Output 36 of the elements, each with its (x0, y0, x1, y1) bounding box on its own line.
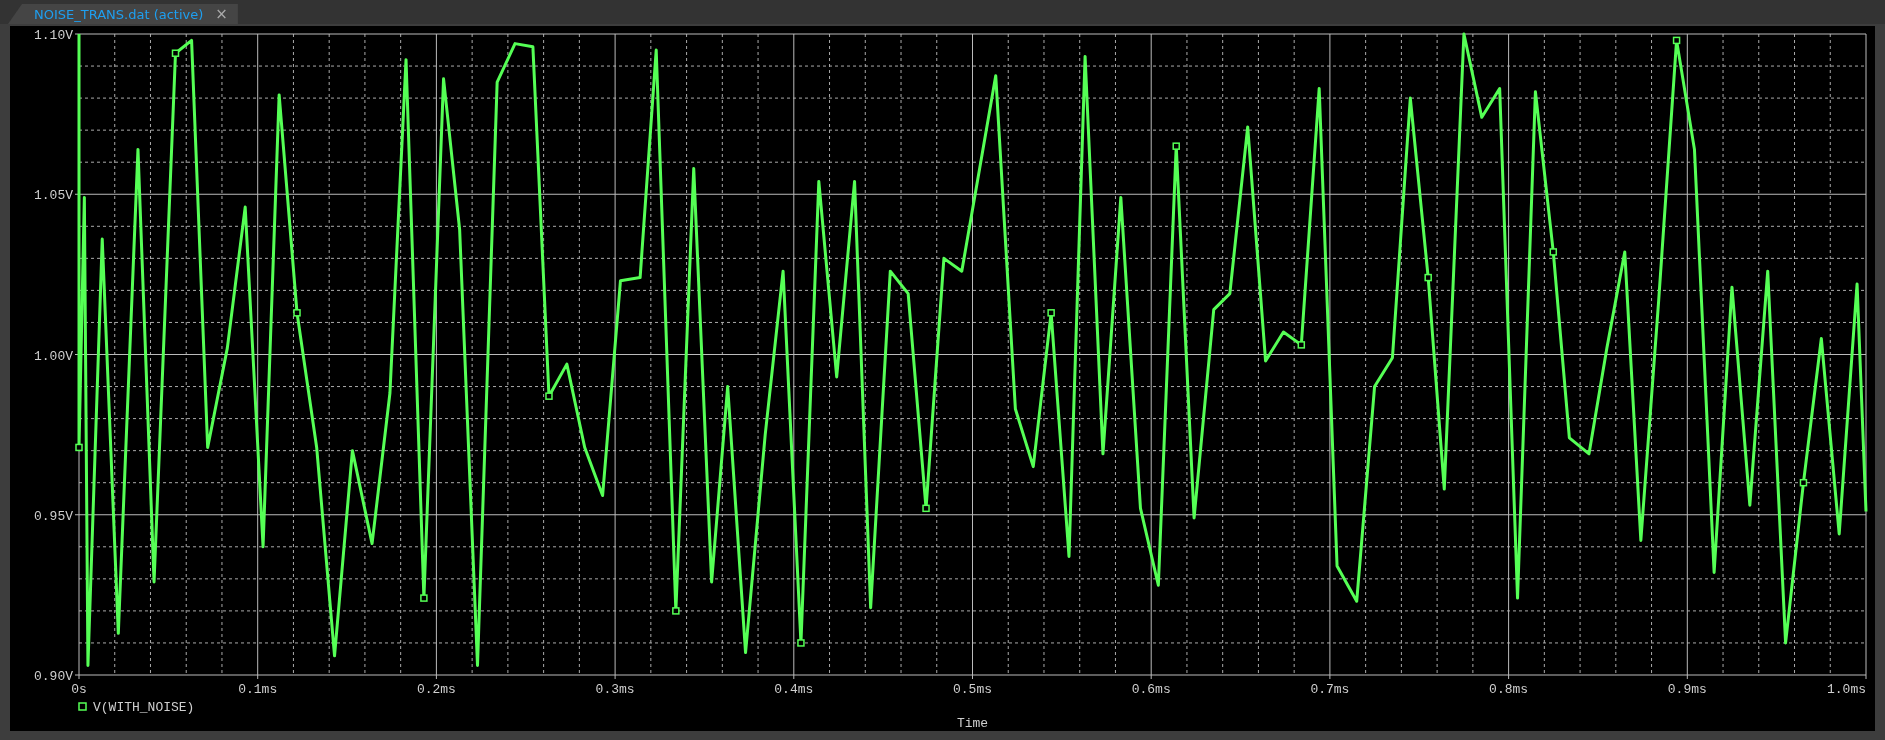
x-tick-label: 0.3ms (595, 682, 635, 697)
x-tick-label: 0.6ms (1131, 682, 1171, 697)
point (797, 639, 805, 647)
y-tick-label: 0.90V (34, 669, 73, 684)
x-tick-label: 0s (71, 682, 87, 697)
point (1799, 478, 1808, 487)
point (420, 594, 428, 602)
point (1047, 309, 1055, 317)
x-tick-label: 0.8ms (1489, 682, 1529, 697)
x-axis-title: Time (956, 716, 989, 731)
y-tick-label: 1.10V (34, 28, 73, 43)
point (545, 392, 553, 400)
file-tab[interactable]: NOISE_TRANS.dat (active) × (8, 4, 238, 24)
x-tick-label: 0.4ms (774, 682, 814, 697)
x-tick-label: 0.1ms (238, 682, 278, 697)
y-tick-label: 1.00V (34, 348, 73, 364)
x-tick-label: 0.7ms (1310, 682, 1350, 697)
point (1172, 142, 1180, 150)
x-tick-label: 0.5ms (953, 682, 992, 697)
point (1549, 248, 1558, 256)
point (75, 443, 83, 452)
close-icon[interactable]: × (215, 5, 228, 23)
point (293, 309, 301, 317)
legend-marker-icon (78, 702, 87, 711)
x-tick-label: 1.0ms (1827, 682, 1866, 697)
point (922, 504, 930, 513)
y-tick-label: 0.95V (34, 508, 73, 524)
point (1672, 36, 1681, 45)
point (672, 607, 680, 615)
x-tick-label: 0.9ms (1667, 682, 1707, 697)
y-tick-label: 1.05V (34, 188, 73, 204)
legend-label: V(WITH_NOISE) (93, 700, 195, 715)
x-tick-label: 0.2ms (416, 682, 456, 697)
point (1297, 341, 1306, 349)
point (171, 49, 180, 57)
point (1424, 273, 1432, 282)
